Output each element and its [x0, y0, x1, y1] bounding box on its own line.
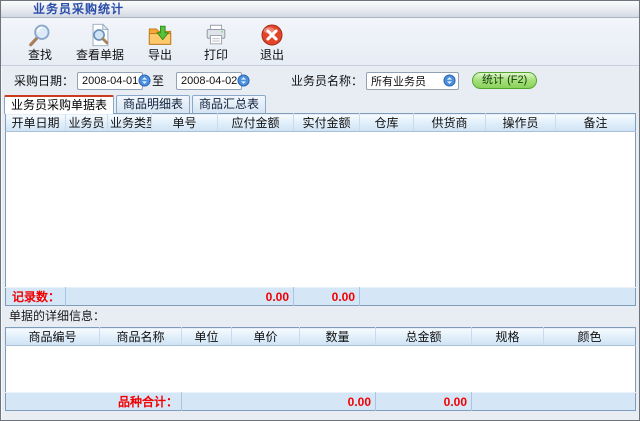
details-body-empty	[6, 346, 636, 393]
find-button-label: 查找	[28, 48, 52, 62]
column-header-order-date: 开单日期	[6, 114, 66, 132]
paid-total-value: 0.00	[294, 288, 360, 306]
column-header-warehouse: 仓库	[360, 114, 414, 132]
column-header-total-amount: 总金额	[376, 328, 472, 346]
tab-product-detail[interactable]: 商品明细表	[116, 95, 190, 113]
records-summary-row: 记录数： 0.00 0.00	[6, 288, 636, 306]
spinner-icon[interactable]	[443, 74, 456, 87]
date-to-value: 2008-04-02	[181, 75, 237, 87]
column-header-color: 颜色	[544, 328, 636, 346]
stats-button[interactable]: 统计 (F2)	[472, 72, 537, 89]
details-header-row: 商品编号 商品名称 单位 单价 数量 总金额 规格 颜色	[6, 328, 636, 346]
export-button-label: 导出	[148, 48, 172, 62]
column-header-salesperson: 业务员	[66, 114, 108, 132]
date-from-combo[interactable]: 2008-04-01	[77, 72, 143, 90]
variety-total-label: 品种合计：	[100, 393, 182, 411]
column-header-product-name: 商品名称	[100, 328, 182, 346]
column-header-spec: 规格	[472, 328, 544, 346]
view-document-icon	[87, 22, 113, 48]
exit-button-label: 退出	[260, 48, 284, 62]
view-receipt-button[interactable]: 查看单据	[69, 20, 131, 64]
window-title: 业务员采购统计	[33, 2, 124, 16]
salesperson-combo[interactable]: 所有业务员	[366, 72, 459, 90]
column-header-remarks: 备注	[556, 114, 636, 132]
column-header-product-code: 商品编号	[6, 328, 100, 346]
details-empty-area	[6, 346, 636, 393]
exit-button[interactable]: 退出	[245, 20, 299, 64]
purchase-date-label: 采购日期：	[14, 72, 74, 89]
column-header-operator: 操作员	[486, 114, 556, 132]
column-header-payable-amount: 应付金额	[218, 114, 294, 132]
tab-product-summary[interactable]: 商品汇总表	[192, 95, 266, 113]
amount-total-value: 0.00	[376, 393, 472, 411]
payable-total-value: 0.00	[218, 288, 294, 306]
filter-bar: 采购日期： 2008-04-01 至 2008-04-02	[1, 66, 639, 95]
tab-bar: 业务员采购单据表 商品明细表 商品汇总表	[1, 95, 639, 113]
column-header-quantity: 数量	[300, 328, 376, 346]
print-button-label: 打印	[204, 48, 228, 62]
exit-icon	[259, 22, 285, 48]
column-header-order-no: 单号	[152, 114, 218, 132]
column-header-unit-price: 单价	[232, 328, 300, 346]
orders-header-row: 开单日期 业务员 业务类型 单号 应付金额 实付金额 仓库 供货商 操作员 备注	[6, 114, 636, 132]
salesperson-value: 所有业务员	[371, 73, 426, 89]
orders-empty-area	[6, 132, 636, 288]
orders-table-wrap: 开单日期 业务员 业务类型 单号 应付金额 实付金额 仓库 供货商 操作员 备注…	[1, 113, 639, 306]
quantity-total-value: 0.00	[300, 393, 376, 411]
detail-section-title: 单据的详细信息：	[1, 306, 639, 327]
details-table: 商品编号 商品名称 单位 单价 数量 总金额 规格 颜色 品种合计： 0.00 …	[5, 327, 636, 411]
toolbar: 查找 查看单据 导出	[1, 18, 639, 66]
search-icon	[27, 22, 53, 48]
spinner-icon[interactable]	[138, 74, 151, 87]
column-header-supplier: 供货商	[414, 114, 486, 132]
column-header-unit: 单位	[182, 328, 232, 346]
find-button[interactable]: 查找	[13, 20, 67, 64]
column-header-business-type: 业务类型	[108, 114, 152, 132]
print-icon	[203, 22, 229, 48]
records-count-label: 记录数：	[6, 288, 66, 306]
date-to-combo[interactable]: 2008-04-02	[176, 72, 242, 90]
export-icon	[147, 22, 173, 48]
window: 业务员采购统计 查找 查看单据	[0, 0, 640, 421]
details-table-wrap: 商品编号 商品名称 单位 单价 数量 总金额 规格 颜色 品种合计： 0.00 …	[1, 327, 639, 411]
export-button[interactable]: 导出	[133, 20, 187, 64]
tab-salesperson-purchase-orders[interactable]: 业务员采购单据表	[4, 95, 114, 114]
window-titlebar[interactable]: 业务员采购统计	[1, 1, 639, 18]
spinner-icon[interactable]	[237, 74, 250, 87]
column-header-paid-amount: 实付金额	[294, 114, 360, 132]
date-range-to-label: 至	[152, 72, 164, 89]
view-receipt-button-label: 查看单据	[76, 48, 124, 62]
print-button[interactable]: 打印	[189, 20, 243, 64]
orders-body-empty	[6, 132, 636, 288]
variety-total-row: 品种合计： 0.00 0.00	[6, 393, 636, 411]
salesperson-label: 业务员名称：	[291, 72, 363, 89]
date-from-value: 2008-04-01	[82, 75, 138, 87]
window-bottom-strip	[1, 411, 639, 419]
orders-table: 开单日期 业务员 业务类型 单号 应付金额 实付金额 仓库 供货商 操作员 备注…	[5, 113, 636, 306]
